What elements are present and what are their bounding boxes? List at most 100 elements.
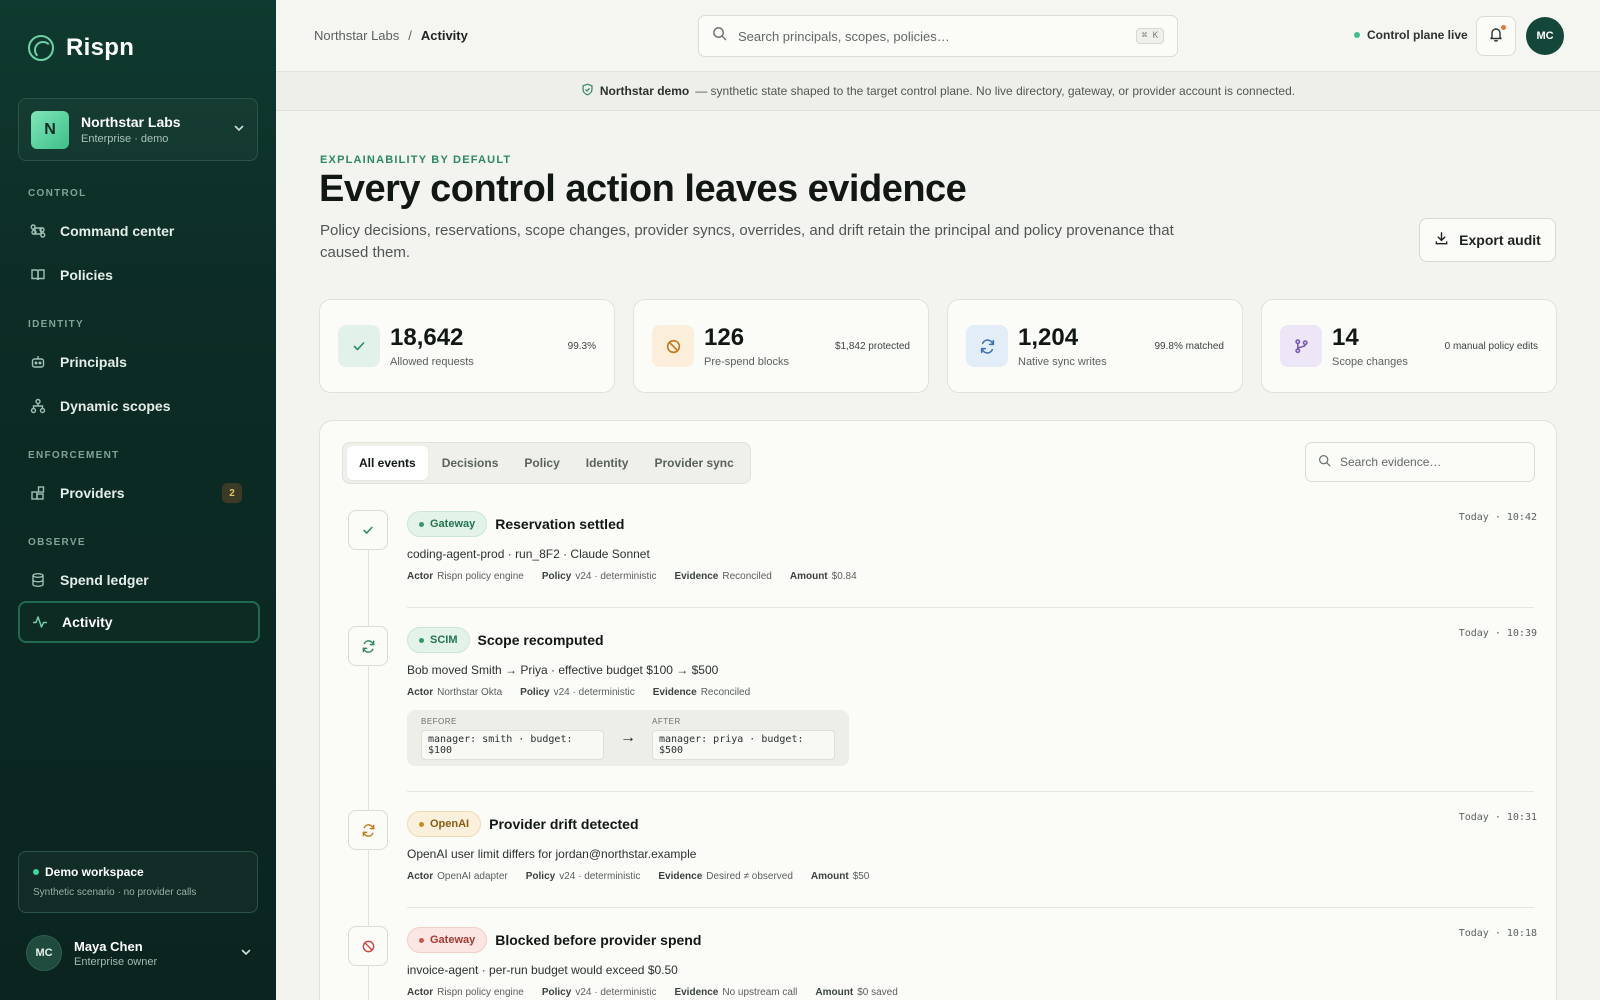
org-avatar: N [31, 110, 69, 149]
stat-note: 99.8% matched [1154, 340, 1225, 352]
sidebar-item-principals[interactable]: Principals [18, 341, 260, 383]
sync-icon [966, 325, 1008, 367]
page-description: Policy decisions, reservations, scope ch… [320, 222, 1174, 261]
event-description: coding-agent-prod · run_8F2 · Claude Son… [407, 547, 650, 561]
stat-value: 126 [704, 324, 745, 351]
user-menu[interactable]: MC Maya Chen Enterprise owner [26, 935, 252, 971]
stat-note: 99.3% [567, 340, 596, 352]
blocks-icon [30, 485, 46, 501]
event-source-tag: Gateway [407, 927, 488, 953]
avatar[interactable]: MC [1526, 17, 1564, 55]
notification-dot [1501, 25, 1506, 30]
event-timestamp: Today · 10:42 [1458, 512, 1537, 523]
sidebar-item-policies[interactable]: Policies [18, 254, 260, 296]
stat-value: 1,204 [1018, 324, 1079, 351]
page-title: Every control action leaves evidence [319, 168, 967, 210]
brand[interactable]: Rispn [28, 34, 134, 62]
nav-group-enforcement: ENFORCEMENT [28, 450, 120, 461]
demo-workspace-card: Demo workspace Synthetic scenario · no p… [18, 851, 258, 913]
event-source-tag: Gateway [407, 511, 488, 537]
export-audit-button[interactable]: Export audit [1419, 218, 1556, 262]
event-timestamp: Today · 10:39 [1458, 628, 1537, 639]
tab-identity[interactable]: Identity [574, 446, 641, 480]
status-dot-icon [1354, 32, 1360, 38]
demo-title: Demo workspace [45, 865, 144, 879]
global-search-input[interactable]: Search principals, scopes, policies… ⌘ K [698, 15, 1178, 57]
branch-icon [1280, 325, 1322, 367]
book-icon [30, 267, 46, 283]
sidebar: Rispn N Northstar Labs Enterprise · demo… [0, 0, 276, 1000]
event-metadata: Actor Rispn policy engine Policy v24 · det… [407, 987, 898, 998]
search-shortcut-hint: ⌘ K [1135, 28, 1164, 44]
event-timestamp: Today · 10:18 [1458, 928, 1537, 939]
event-title: Blocked before provider spend [495, 932, 702, 948]
event-title: Scope recomputed [477, 632, 604, 648]
chevron-down-icon [233, 122, 245, 137]
avatar: MC [26, 935, 62, 971]
breadcrumb-current: Activity [420, 28, 468, 43]
event-source-tag: SCIM [407, 627, 470, 653]
org-switcher[interactable]: N Northstar Labs Enterprise · demo [18, 98, 258, 161]
sidebar-item-dynamic-scopes[interactable]: Dynamic scopes [18, 385, 260, 427]
notifications-button[interactable] [1476, 16, 1516, 56]
command-icon [30, 223, 46, 239]
nav-group-control: CONTROL [28, 188, 87, 199]
sidebar-item-label: Providers [60, 485, 125, 501]
search-placeholder: Search principals, scopes, policies… [738, 28, 950, 44]
stat-label: Pre-spend blocks [704, 356, 789, 368]
status-dot-icon [33, 869, 39, 875]
event-divider [407, 907, 1534, 908]
shield-check-icon [581, 83, 594, 99]
search-icon [712, 26, 727, 46]
org-plan: Enterprise · demo [81, 133, 169, 145]
sync-icon [348, 626, 388, 666]
chevron-down-icon [240, 946, 252, 961]
rispn-logo-icon [28, 35, 54, 61]
user-name: Maya Chen [74, 938, 143, 954]
event-metadata: Actor OpenAI adapter Policy v24 · determin… [407, 871, 870, 882]
diff-before-value: manager: smith · budget: $100 [421, 729, 604, 760]
stat-card-sync: 1,204 Native sync writes 99.8% matched [947, 299, 1243, 393]
breadcrumb: Northstar Labs / Activity [314, 28, 468, 43]
evidence-search-input[interactable]: Search evidence… [1305, 442, 1535, 482]
diff-after-value: manager: priya · budget: $500 [652, 729, 835, 760]
check-icon [348, 510, 388, 550]
export-audit-label: Export audit [1459, 232, 1541, 248]
stat-label: Native sync writes [1018, 356, 1107, 368]
scope-diff: BEFORE manager: smith · budget: $100 → A… [407, 710, 849, 766]
user-role: Enterprise owner [74, 955, 158, 968]
tab-policy[interactable]: Policy [512, 446, 571, 480]
providers-count-badge: 2 [222, 483, 242, 503]
stat-value: 14 [1332, 324, 1359, 351]
sidebar-item-providers[interactable]: Providers 2 [18, 472, 260, 514]
demo-banner: Northstar demo — synthetic state shaped … [276, 72, 1600, 111]
sidebar-item-command-center[interactable]: Command center [18, 210, 260, 252]
status-text: Control plane live [1367, 28, 1468, 42]
stat-card-blocks: 126 Pre-spend blocks $1,842 protected [633, 299, 929, 393]
stat-label: Allowed requests [390, 356, 474, 368]
nav-group-identity: IDENTITY [28, 319, 84, 330]
tab-all-events[interactable]: All events [347, 446, 428, 480]
sidebar-item-label: Policies [60, 267, 113, 283]
hierarchy-icon [30, 398, 46, 414]
diff-before-label: BEFORE [421, 716, 457, 726]
search-icon [1318, 454, 1331, 470]
breadcrumb-root[interactable]: Northstar Labs [314, 28, 399, 43]
event-divider [407, 791, 1534, 792]
event-description: OpenAI user limit differs for jordan@nor… [407, 847, 697, 861]
demo-subtitle: Synthetic scenario · no provider calls [33, 887, 197, 898]
stat-card-scope-changes: 14 Scope changes 0 manual policy edits [1261, 299, 1557, 393]
sidebar-item-spend-ledger[interactable]: Spend ledger [18, 559, 260, 601]
tab-provider-sync[interactable]: Provider sync [642, 446, 745, 480]
tab-decisions[interactable]: Decisions [430, 446, 511, 480]
event-title: Reservation settled [495, 516, 625, 532]
control-plane-status: Control plane live [1354, 28, 1468, 42]
event-source-tag: OpenAI [407, 811, 482, 837]
ban-icon [652, 325, 694, 367]
sidebar-item-label: Activity [62, 614, 113, 630]
event-timestamp: Today · 10:31 [1458, 812, 1537, 823]
event-divider [407, 607, 1534, 608]
stat-card-allowed: 18,642 Allowed requests 99.3% [319, 299, 615, 393]
sidebar-item-activity[interactable]: Activity [18, 601, 260, 643]
stat-note: 0 manual policy edits [1444, 340, 1538, 352]
